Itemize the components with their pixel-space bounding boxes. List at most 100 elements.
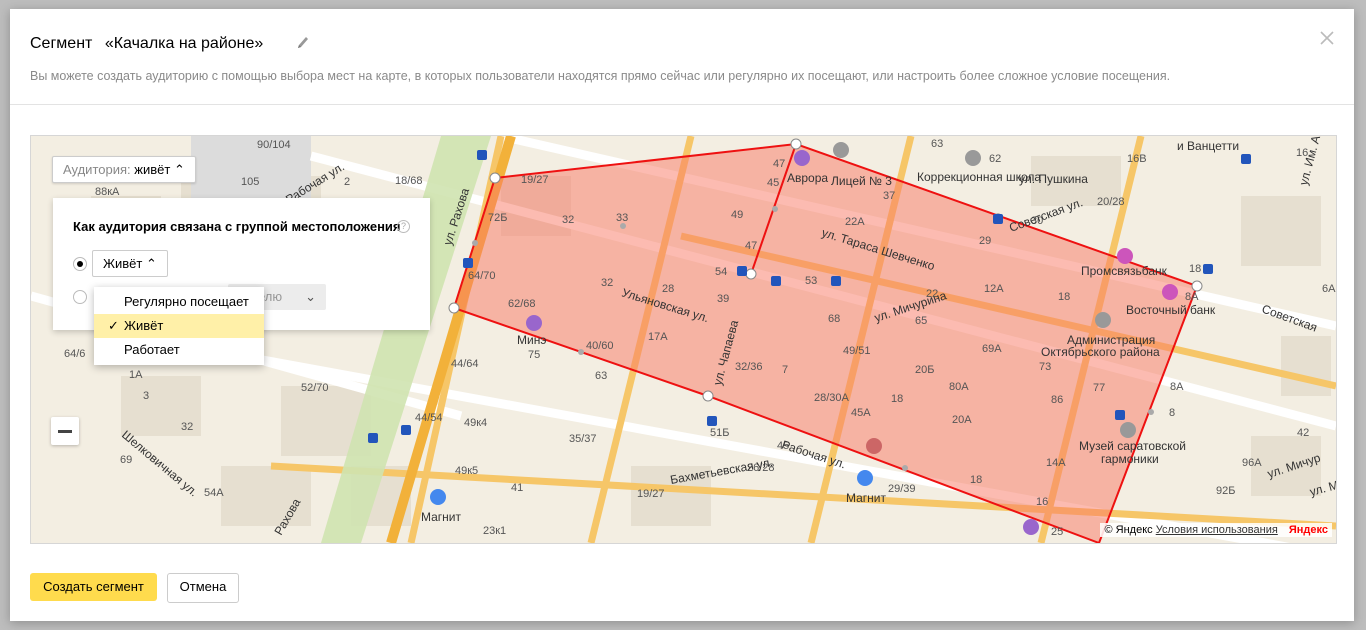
cancel-button[interactable]: Отмена bbox=[167, 573, 239, 603]
svg-text:64/70: 64/70 bbox=[468, 270, 496, 282]
dropdown-item-label: Регулярно посещает bbox=[124, 294, 249, 309]
svg-text:105: 105 bbox=[241, 176, 259, 188]
svg-text:Лицей № 3: Лицей № 3 bbox=[831, 174, 892, 188]
svg-text:32/36: 32/36 bbox=[735, 361, 763, 373]
svg-text:44/64: 44/64 bbox=[451, 358, 479, 370]
svg-text:96А: 96А bbox=[1242, 457, 1262, 469]
svg-text:гармоники: гармоники bbox=[1101, 452, 1159, 466]
svg-text:7: 7 bbox=[782, 364, 788, 376]
svg-text:18: 18 bbox=[1058, 291, 1070, 303]
svg-text:62: 62 bbox=[989, 153, 1001, 165]
terms-link[interactable]: Условия использования bbox=[1156, 524, 1278, 536]
close-icon[interactable] bbox=[1318, 29, 1336, 47]
svg-text:25: 25 bbox=[1051, 526, 1063, 538]
segment-dialog: Сегмент «Качалка на районе» Вы можете со… bbox=[10, 9, 1354, 621]
svg-text:19/27: 19/27 bbox=[521, 174, 549, 186]
svg-text:32: 32 bbox=[181, 421, 193, 433]
svg-text:Магнит: Магнит bbox=[846, 491, 887, 505]
svg-text:41: 41 bbox=[511, 482, 523, 494]
relation-dropdown: Регулярно посещает ✓ Живёт Работает bbox=[94, 287, 264, 365]
svg-text:18: 18 bbox=[970, 474, 982, 486]
dropdown-item-label: Работает bbox=[124, 342, 180, 357]
map-attribution: © Яндекс Условия использования Яндекс bbox=[1100, 523, 1332, 537]
dropdown-item-visits[interactable]: Регулярно посещает bbox=[94, 290, 264, 314]
zoom-out-button[interactable] bbox=[51, 417, 79, 445]
svg-text:8А: 8А bbox=[1170, 381, 1184, 393]
dropdown-item-works[interactable]: Работает bbox=[94, 338, 264, 362]
svg-text:2: 2 bbox=[344, 176, 350, 188]
relation-select-value: Живёт bbox=[103, 256, 143, 271]
svg-text:29: 29 bbox=[979, 235, 991, 247]
svg-text:68: 68 bbox=[828, 313, 840, 325]
svg-text:Советская: Советская bbox=[1260, 302, 1319, 335]
svg-text:14А: 14А bbox=[1046, 457, 1066, 469]
svg-text:47: 47 bbox=[773, 158, 785, 170]
svg-text:52/70: 52/70 bbox=[301, 382, 329, 394]
svg-text:20/28: 20/28 bbox=[1097, 196, 1125, 208]
svg-text:22А: 22А bbox=[845, 216, 865, 228]
svg-text:37: 37 bbox=[883, 190, 895, 202]
segment-name: «Качалка на районе» bbox=[104, 35, 264, 52]
svg-text:62/68: 62/68 bbox=[508, 298, 536, 310]
svg-text:и Ванцетти: и Ванцетти bbox=[1177, 139, 1239, 153]
svg-text:47: 47 bbox=[745, 240, 757, 252]
radio-selected[interactable] bbox=[73, 257, 87, 271]
svg-text:Музей саратовской: Музей саратовской bbox=[1079, 439, 1186, 453]
svg-text:54А: 54А bbox=[204, 487, 224, 499]
svg-text:Восточный банк: Восточный банк bbox=[1126, 303, 1216, 317]
radio-unselected[interactable] bbox=[73, 290, 87, 304]
chevron-up-icon: ⌃ bbox=[173, 162, 185, 177]
svg-text:19/27: 19/27 bbox=[637, 488, 665, 500]
svg-text:49к4: 49к4 bbox=[464, 417, 487, 429]
svg-text:16В: 16В bbox=[1127, 153, 1147, 165]
svg-text:23к1: 23к1 bbox=[483, 525, 506, 537]
segment-label: Сегмент bbox=[30, 35, 93, 52]
svg-text:72Б: 72Б bbox=[488, 212, 507, 224]
dropdown-item-lives[interactable]: ✓ Живёт bbox=[94, 314, 264, 338]
svg-text:18: 18 bbox=[1189, 263, 1201, 275]
svg-text:ул. Им. А.: ул. Им. А. bbox=[1296, 136, 1324, 187]
svg-text:88кА: 88кА bbox=[95, 186, 120, 198]
audience-pill-label: Аудитория: bbox=[63, 162, 131, 177]
svg-text:29/39: 29/39 bbox=[888, 483, 916, 495]
yandex-logo[interactable]: Яндекс bbox=[1289, 524, 1328, 536]
svg-text:Магнит: Магнит bbox=[421, 510, 462, 524]
svg-text:20А: 20А bbox=[952, 414, 972, 426]
svg-text:86: 86 bbox=[1051, 394, 1063, 406]
svg-text:8: 8 bbox=[1169, 407, 1175, 419]
svg-text:39: 39 bbox=[717, 293, 729, 305]
create-segment-button[interactable]: Создать сегмент bbox=[30, 573, 157, 601]
svg-text:32: 32 bbox=[601, 277, 613, 289]
svg-text:75: 75 bbox=[528, 349, 540, 361]
svg-text:51Б: 51Б bbox=[710, 427, 729, 439]
svg-text:16: 16 bbox=[1036, 496, 1048, 508]
svg-text:20Б: 20Б bbox=[915, 364, 934, 376]
audience-pill[interactable]: Аудитория: живёт ⌃ bbox=[52, 156, 196, 183]
svg-text:Минэ: Минэ bbox=[517, 333, 546, 347]
svg-text:77: 77 bbox=[1093, 382, 1105, 394]
chevron-down-icon: ⌄ bbox=[305, 289, 316, 304]
svg-text:65: 65 bbox=[915, 315, 927, 327]
relation-select[interactable]: Живёт ⌃ bbox=[92, 250, 168, 277]
svg-text:80А: 80А bbox=[949, 381, 969, 393]
svg-text:90/104: 90/104 bbox=[257, 139, 291, 151]
svg-text:63: 63 bbox=[931, 138, 943, 150]
audience-pill-value: живёт bbox=[134, 162, 171, 177]
map[interactable]: 90/104 105 88кА 2 18/68 19/27 72Б 32 33 49 47 47… bbox=[30, 135, 1337, 544]
help-icon[interactable]: ? bbox=[397, 220, 410, 233]
svg-text:54: 54 bbox=[715, 266, 727, 278]
pencil-icon[interactable] bbox=[296, 35, 310, 51]
svg-text:Аврора: Аврора bbox=[787, 171, 828, 185]
check-icon: ✓ bbox=[108, 318, 119, 333]
svg-text:28: 28 bbox=[662, 283, 674, 295]
dropdown-item-label: Живёт bbox=[124, 318, 164, 333]
chevron-up-icon: ⌃ bbox=[145, 256, 157, 271]
svg-text:49к5: 49к5 bbox=[455, 465, 478, 477]
svg-text:63: 63 bbox=[595, 370, 607, 382]
svg-text:42: 42 bbox=[1297, 427, 1309, 439]
dialog-description: Вы можете создать аудиторию с помощью вы… bbox=[30, 69, 1171, 83]
svg-text:18: 18 bbox=[891, 393, 903, 405]
svg-text:1А: 1А bbox=[129, 369, 143, 381]
svg-text:6А: 6А bbox=[1322, 283, 1336, 295]
svg-text:Бахметьевская ул.: Бахметьевская ул. bbox=[669, 455, 774, 487]
